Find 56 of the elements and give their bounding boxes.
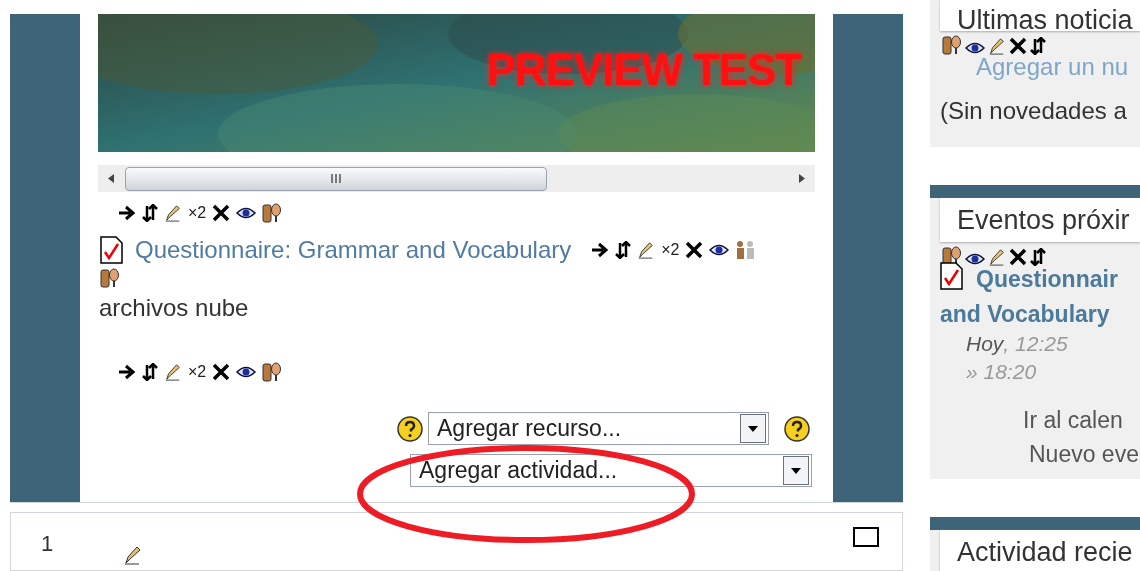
event-link[interactable]: Questionnair (976, 262, 1118, 297)
scroll-right-icon[interactable] (799, 174, 805, 183)
delete-icon[interactable] (685, 241, 704, 259)
banner-title: PREVIEW TEST (486, 48, 801, 92)
eye-icon[interactable] (236, 365, 257, 379)
event-time: , 12:25 (1003, 331, 1068, 357)
move-arrow-icon[interactable] (118, 364, 136, 380)
copy-count-text[interactable]: ×2 (188, 360, 207, 384)
scroll-left-icon[interactable] (108, 174, 114, 183)
event-link[interactable]: and Vocabulary (940, 296, 1140, 331)
event-end-time: » 18:20 (966, 359, 1038, 385)
edit-icon[interactable] (988, 37, 1006, 55)
people-icon[interactable] (262, 203, 283, 223)
no-news-text: (Sin novedades a (940, 96, 1128, 126)
scrollbar-thumb[interactable] (125, 166, 547, 191)
help-icon[interactable] (397, 415, 423, 442)
questionnaire-icon (940, 262, 964, 290)
calendar-link[interactable]: Nuevo eve (1029, 437, 1140, 471)
up-down-arrows-icon[interactable] (615, 241, 632, 259)
event-day: Hoy (966, 331, 1004, 357)
edit-icon[interactable] (637, 241, 656, 259)
block-title: Ultimas noticia (940, 0, 1140, 31)
move-arrow-icon[interactable] (118, 205, 136, 221)
horizontal-scrollbar[interactable] (98, 165, 815, 192)
toggle-square-icon[interactable] (853, 527, 879, 548)
up-down-arrows-icon[interactable] (1030, 248, 1046, 266)
eye-icon[interactable] (236, 206, 257, 220)
move-arrow-icon[interactable] (591, 242, 610, 258)
eye-icon[interactable] (965, 252, 985, 266)
block-title: Actividad recie (940, 530, 1140, 571)
calendar-link[interactable]: Ir al calen (1023, 403, 1140, 437)
delete-icon[interactable] (1009, 248, 1027, 266)
up-down-arrows-icon[interactable] (142, 363, 158, 381)
block-title: Eventos próxir (940, 198, 1140, 242)
questionnaire-icon (100, 236, 124, 264)
up-down-arrows-icon[interactable] (1030, 37, 1046, 55)
label-text: archivos nube (99, 293, 250, 323)
activity-link[interactable]: Questionnaire: Grammar and Vocabulary (135, 232, 572, 268)
edit-icon[interactable] (164, 204, 182, 222)
edit-icon[interactable] (164, 363, 182, 381)
section-number: 1 (41, 530, 54, 559)
copy-count-text[interactable]: ×2 (188, 201, 207, 225)
people-icon[interactable] (100, 268, 120, 288)
add-activity-select[interactable]: Agregar actividad... (410, 454, 812, 487)
eye-icon[interactable] (965, 41, 985, 55)
edit-icon[interactable] (988, 248, 1006, 266)
copy-count-text[interactable]: ×2 (661, 238, 680, 262)
help-icon[interactable] (784, 415, 810, 442)
people-icon[interactable] (262, 362, 283, 382)
delete-icon[interactable] (1009, 37, 1027, 55)
up-down-arrows-icon[interactable] (142, 204, 158, 222)
eye-icon[interactable] (709, 243, 730, 257)
people-icon[interactable] (942, 35, 962, 55)
delete-icon[interactable] (212, 204, 231, 222)
add-resource-select[interactable]: Agregar recurso... (428, 412, 769, 445)
delete-icon[interactable] (212, 363, 231, 381)
